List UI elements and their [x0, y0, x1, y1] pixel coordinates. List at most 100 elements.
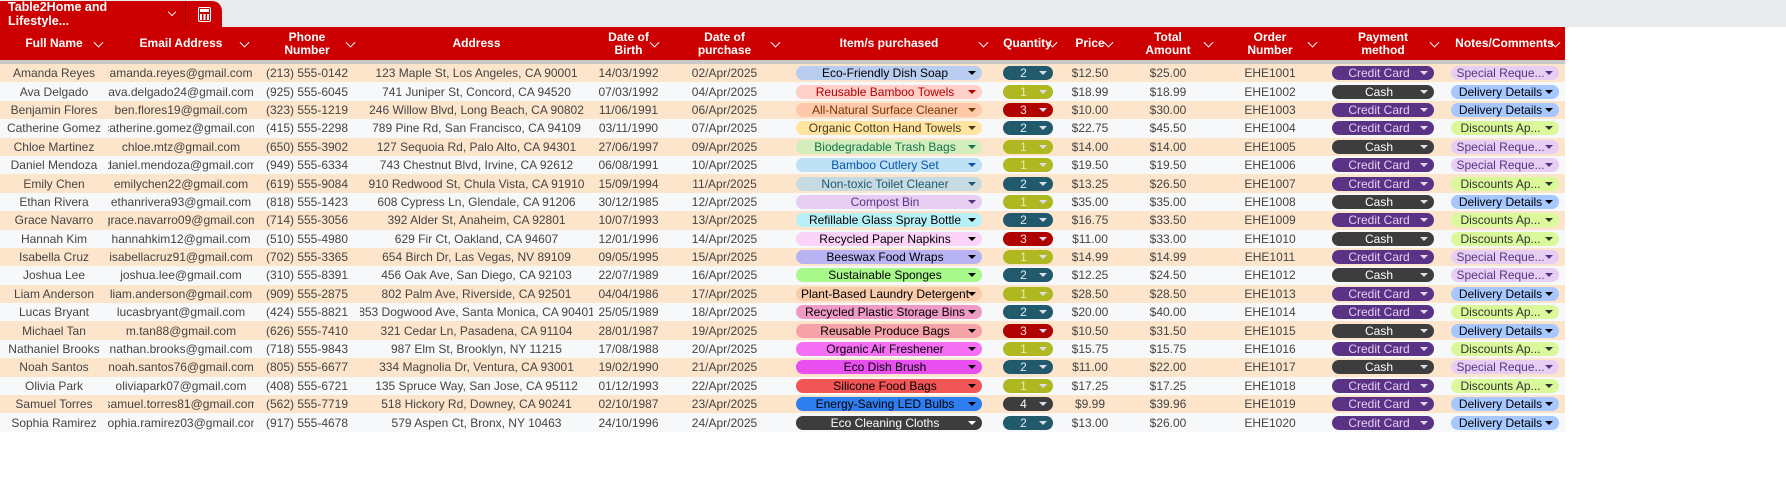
- item-dropdown[interactable]: Non-toxic Toilet Cleaner: [796, 176, 982, 191]
- cell-price[interactable]: $11.00: [1062, 358, 1118, 376]
- cell-email[interactable]: ethanrivera93@gmail.com: [108, 193, 254, 211]
- payment-method-dropdown[interactable]: Credit Card: [1332, 158, 1434, 173]
- cell-notes[interactable]: Delivery Details: [1444, 193, 1565, 211]
- cell-item[interactable]: Reusable Bamboo Towels: [785, 82, 993, 100]
- quantity-dropdown[interactable]: 3: [1002, 323, 1053, 338]
- item-dropdown[interactable]: Eco Dish Brush: [796, 360, 982, 375]
- cell-price[interactable]: $16.75: [1062, 211, 1118, 229]
- column-header-total[interactable]: Total Amount: [1118, 27, 1218, 60]
- sheet-tab[interactable]: Table2Home and Lifestyle...: [0, 0, 222, 28]
- cell-price[interactable]: $10.50: [1062, 321, 1118, 339]
- column-header-quantity[interactable]: Quantity: [993, 27, 1062, 60]
- cell-order-number[interactable]: EHE1013: [1218, 285, 1322, 303]
- quantity-dropdown[interactable]: 2: [1002, 305, 1053, 320]
- cell-purchase-date[interactable]: 19/Apr/2025: [664, 321, 785, 339]
- cell-order-number[interactable]: EHE1001: [1218, 64, 1322, 82]
- cell-email[interactable]: grace.navarro09@gmail.com: [108, 211, 254, 229]
- cell-price[interactable]: $20.00: [1062, 303, 1118, 321]
- chevron-down-icon[interactable]: [239, 37, 250, 48]
- cell-full-name[interactable]: Ethan Rivera: [0, 193, 108, 211]
- cell-address[interactable]: 123 Maple St, Los Angeles, CA 90001: [360, 64, 593, 82]
- cell-notes[interactable]: Special Reque...: [1444, 358, 1565, 376]
- cell-item[interactable]: Beeswax Food Wraps: [785, 248, 993, 266]
- cell-total[interactable]: $33.00: [1118, 230, 1218, 248]
- payment-method-dropdown[interactable]: Credit Card: [1332, 102, 1434, 117]
- cell-dob[interactable]: 07/03/1992: [593, 82, 664, 100]
- cell-purchase-date[interactable]: 02/Apr/2025: [664, 64, 785, 82]
- cell-item[interactable]: Plant-Based Laundry Detergent: [785, 285, 993, 303]
- cell-notes[interactable]: Delivery Details: [1444, 395, 1565, 413]
- item-dropdown[interactable]: Recycled Plastic Storage Bins: [796, 305, 982, 320]
- cell-order-number[interactable]: EHE1018: [1218, 377, 1322, 395]
- cell-address[interactable]: 127 Sequoia Rd, Palo Alto, CA 94301: [360, 138, 593, 156]
- cell-total[interactable]: $26.50: [1118, 174, 1218, 192]
- cell-full-name[interactable]: Benjamin Flores: [0, 101, 108, 119]
- cell-full-name[interactable]: Catherine Gomez: [0, 119, 108, 137]
- cell-full-name[interactable]: Nathaniel Brooks: [0, 340, 108, 358]
- item-dropdown[interactable]: Organic Cotton Hand Towels: [796, 121, 982, 136]
- cell-phone[interactable]: (650) 555-3902: [254, 138, 360, 156]
- cell-payment-method[interactable]: Credit Card: [1322, 174, 1444, 192]
- cell-email[interactable]: oliviapark07@gmail.com: [108, 377, 254, 395]
- item-dropdown[interactable]: All-Natural Surface Cleaner: [796, 102, 982, 117]
- payment-method-dropdown[interactable]: Cash: [1332, 139, 1434, 154]
- item-dropdown[interactable]: Compost Bin: [796, 194, 982, 209]
- cell-dob[interactable]: 24/10/1996: [593, 413, 664, 431]
- cell-item[interactable]: Reusable Produce Bags: [785, 321, 993, 339]
- chevron-down-icon[interactable]: [978, 37, 989, 48]
- cell-quantity[interactable]: 2: [993, 174, 1062, 192]
- cell-full-name[interactable]: Olivia Park: [0, 377, 108, 395]
- item-dropdown[interactable]: Plant-Based Laundry Detergent: [796, 286, 982, 301]
- cell-purchase-date[interactable]: 23/Apr/2025: [664, 395, 785, 413]
- cell-item[interactable]: Energy-Saving LED Bulbs: [785, 395, 993, 413]
- notes-dropdown[interactable]: Delivery Details: [1450, 286, 1559, 301]
- cell-address[interactable]: 334 Magnolia Dr, Ventura, CA 93001: [360, 358, 593, 376]
- cell-address[interactable]: 135 Spruce Way, San Jose, CA 95112: [360, 377, 593, 395]
- cell-full-name[interactable]: Michael Tan: [0, 321, 108, 339]
- quantity-dropdown[interactable]: 3: [1002, 102, 1053, 117]
- cell-address[interactable]: 741 Juniper St, Concord, CA 94520: [360, 82, 593, 100]
- calculator-button[interactable]: [186, 6, 222, 22]
- cell-dob[interactable]: 11/06/1991: [593, 101, 664, 119]
- notes-dropdown[interactable]: Discounts Ap...: [1450, 305, 1559, 320]
- cell-quantity[interactable]: 2: [993, 64, 1062, 82]
- cell-email[interactable]: amanda.reyes@gmail.com: [108, 64, 254, 82]
- cell-phone[interactable]: (323) 555-1219: [254, 101, 360, 119]
- cell-phone[interactable]: (702) 555-3365: [254, 248, 360, 266]
- cell-phone[interactable]: (925) 555-6045: [254, 82, 360, 100]
- notes-dropdown[interactable]: Delivery Details: [1450, 102, 1559, 117]
- cell-payment-method[interactable]: Credit Card: [1322, 64, 1444, 82]
- cell-dob[interactable]: 06/08/1991: [593, 156, 664, 174]
- cell-address[interactable]: 629 Fir Ct, Oakland, CA 94607: [360, 230, 593, 248]
- cell-order-number[interactable]: EHE1020: [1218, 413, 1322, 431]
- cell-quantity[interactable]: 1: [993, 82, 1062, 100]
- cell-purchase-date[interactable]: 15/Apr/2025: [664, 248, 785, 266]
- cell-total[interactable]: $14.99: [1118, 248, 1218, 266]
- chevron-down-icon[interactable]: [93, 37, 104, 48]
- cell-phone[interactable]: (718) 555-9843: [254, 340, 360, 358]
- cell-payment-method[interactable]: Cash: [1322, 193, 1444, 211]
- cell-address[interactable]: 987 Elm St, Brooklyn, NY 11215: [360, 340, 593, 358]
- cell-order-number[interactable]: EHE1007: [1218, 174, 1322, 192]
- quantity-dropdown[interactable]: 1: [1002, 286, 1053, 301]
- cell-order-number[interactable]: EHE1003: [1218, 101, 1322, 119]
- cell-order-number[interactable]: EHE1002: [1218, 82, 1322, 100]
- chevron-down-icon[interactable]: [1429, 37, 1440, 48]
- cell-phone[interactable]: (415) 555-2298: [254, 119, 360, 137]
- cell-email[interactable]: daniel.mendoza@gmail.com: [108, 156, 254, 174]
- cell-address[interactable]: 802 Palm Ave, Riverside, CA 92501: [360, 285, 593, 303]
- cell-price[interactable]: $22.75: [1062, 119, 1118, 137]
- cell-payment-method[interactable]: Credit Card: [1322, 211, 1444, 229]
- column-header-dob[interactable]: Date of Birth: [593, 27, 664, 60]
- cell-total[interactable]: $25.00: [1118, 64, 1218, 82]
- cell-order-number[interactable]: EHE1009: [1218, 211, 1322, 229]
- cell-email[interactable]: isabellacruz91@gmail.com: [108, 248, 254, 266]
- cell-total[interactable]: $26.00: [1118, 413, 1218, 431]
- cell-email[interactable]: m.tan88@gmail.com: [108, 321, 254, 339]
- cell-price[interactable]: $13.25: [1062, 174, 1118, 192]
- cell-full-name[interactable]: Hannah Kim: [0, 230, 108, 248]
- cell-purchase-date[interactable]: 09/Apr/2025: [664, 138, 785, 156]
- cell-item[interactable]: Recycled Paper Napkins: [785, 230, 993, 248]
- cell-price[interactable]: $12.50: [1062, 64, 1118, 82]
- chevron-down-icon[interactable]: [345, 37, 356, 48]
